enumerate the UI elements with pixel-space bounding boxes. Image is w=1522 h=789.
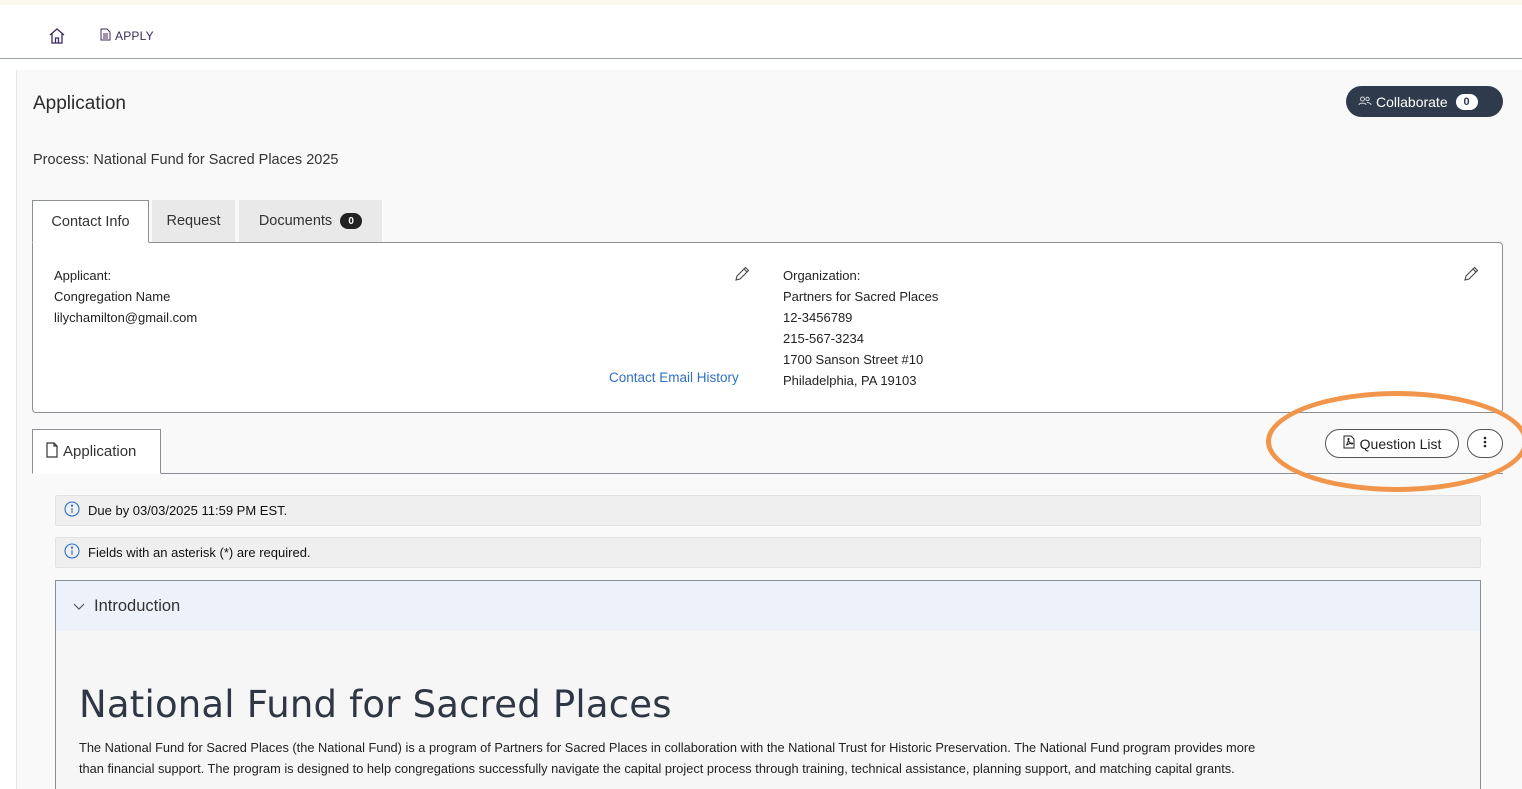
question-list-label: Question List — [1359, 435, 1442, 452]
applicant-name: Congregation Name — [54, 289, 171, 304]
organization-block: Organization: Partners for Sacred Places… — [783, 265, 938, 391]
due-date-notice: Due by 03/03/2025 11:59 PM EST. — [55, 495, 1481, 526]
question-list-button[interactable]: Question List — [1325, 429, 1459, 458]
organization-address-line1: 1700 Sanson Street #10 — [783, 352, 924, 367]
collaborate-count-badge: 0 — [1455, 93, 1478, 110]
tab-label: Documents — [258, 213, 333, 229]
collaborate-button[interactable]: Collaborate 0 — [1346, 86, 1503, 117]
applicant-block: Applicant: Congregation Name lilychamilt… — [54, 265, 197, 328]
document-icon — [100, 28, 111, 44]
fund-description-line-1: The National Fund for Sacred Places (the… — [79, 740, 1256, 755]
contact-email-history-link[interactable]: Contact Email History — [609, 370, 739, 385]
tab-contact-info[interactable]: Contact Info — [32, 200, 149, 243]
vertical-ellipsis-icon — [1483, 435, 1487, 453]
required-fields-text: Fields with an asterisk (*) are required… — [88, 545, 311, 560]
contact-info-panel — [32, 242, 1503, 413]
page-title: Application — [33, 93, 126, 114]
apply-nav-link[interactable]: APPLY — [100, 27, 154, 45]
home-icon[interactable] — [48, 27, 66, 45]
applicant-email: lilychamilton@gmail.com — [54, 310, 198, 325]
application-tab-divider — [32, 473, 1503, 474]
top-navigation: APPLY — [0, 5, 1522, 59]
pdf-icon — [1343, 435, 1355, 452]
edit-applicant-pencil-icon[interactable] — [733, 265, 751, 283]
organization-heading: Organization: — [783, 268, 861, 283]
process-label: Process: National Fund for Sacred Places… — [33, 152, 339, 168]
info-icon — [64, 543, 80, 562]
organization-id: 12-3456789 — [783, 310, 853, 325]
applicant-heading: Applicant: — [54, 268, 112, 283]
organization-name: Partners for Sacred Places — [783, 289, 939, 304]
introduction-label: Introduction — [94, 596, 181, 615]
file-icon — [45, 441, 59, 462]
chevron-down-icon — [72, 597, 86, 616]
edit-organization-pencil-icon[interactable] — [1462, 265, 1480, 283]
tab-label: Application — [63, 443, 137, 460]
more-options-button[interactable] — [1467, 429, 1503, 458]
tab-application[interactable]: Application — [32, 429, 161, 474]
fund-description: The National Fund for Sacred Places (the… — [79, 737, 1459, 779]
introduction-accordion-header[interactable]: Introduction — [56, 581, 1480, 631]
required-fields-notice: Fields with an asterisk (*) are required… — [55, 537, 1481, 568]
organization-address-line2: Philadelphia, PA 19103 — [783, 373, 917, 388]
collaborate-label: Collaborate — [1376, 93, 1448, 110]
fund-description-line-2: than financial support. The program is d… — [79, 761, 1235, 776]
tab-label: Contact Info — [51, 213, 130, 230]
tab-request[interactable]: Request — [152, 200, 235, 242]
documents-count-badge: 0 — [340, 213, 363, 229]
info-icon — [64, 501, 80, 520]
tab-documents[interactable]: Documents 0 — [239, 200, 382, 242]
fund-heading: National Fund for Sacred Places — [79, 683, 672, 726]
apply-label: APPLY — [115, 29, 154, 43]
organization-phone: 215-567-3234 — [783, 331, 864, 346]
people-icon — [1358, 94, 1372, 110]
tab-label: Request — [166, 213, 221, 229]
due-date-text: Due by 03/03/2025 11:59 PM EST. — [88, 503, 288, 518]
